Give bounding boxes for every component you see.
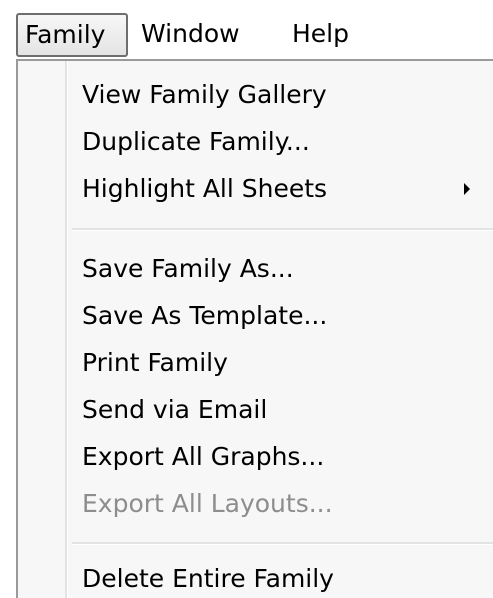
chevron-right-icon	[464, 183, 470, 195]
menu-item-delete-entire-family[interactable]: Delete Entire Family	[18, 555, 493, 598]
menu-item-view-family-gallery[interactable]: View Family Gallery	[18, 71, 493, 119]
menu-item-label: Send via Email	[82, 395, 268, 424]
menu-window[interactable]: Window	[135, 14, 246, 54]
menu-item-export-all-layouts: Export All Layouts...	[18, 480, 493, 528]
family-dropdown-menu: View Family Gallery Duplicate Family... …	[16, 59, 493, 598]
menu-item-duplicate-family[interactable]: Duplicate Family...	[18, 118, 493, 166]
menu-separator	[72, 228, 493, 231]
menu-item-label: Export All Graphs...	[82, 442, 325, 471]
menu-item-label: Delete Entire Family	[82, 564, 334, 593]
menu-item-label: Print Family	[82, 348, 228, 377]
menu-help[interactable]: Help	[286, 14, 355, 54]
menu-item-print-family[interactable]: Print Family	[18, 339, 493, 387]
menu-bar: Family Window Help	[0, 0, 493, 58]
menu-item-label: Duplicate Family...	[82, 127, 310, 156]
menu-separator	[72, 542, 493, 545]
menu-item-label: Save Family As...	[82, 254, 294, 283]
menu-item-label: Highlight All Sheets	[82, 174, 328, 203]
menu-item-save-as-template[interactable]: Save As Template...	[18, 292, 493, 340]
screen: Family Window Help View Family Gallery D…	[0, 0, 493, 598]
menu-item-send-via-email[interactable]: Send via Email	[18, 386, 493, 434]
menu-item-label: Export All Layouts...	[82, 489, 333, 518]
menu-item-label: View Family Gallery	[82, 80, 327, 109]
menu-item-highlight-all-sheets[interactable]: Highlight All Sheets	[18, 165, 493, 213]
menu-item-export-all-graphs[interactable]: Export All Graphs...	[18, 433, 493, 481]
menu-family[interactable]: Family	[16, 13, 128, 57]
menu-item-label: Save As Template...	[82, 301, 328, 330]
menu-item-save-family-as[interactable]: Save Family As...	[18, 245, 493, 293]
